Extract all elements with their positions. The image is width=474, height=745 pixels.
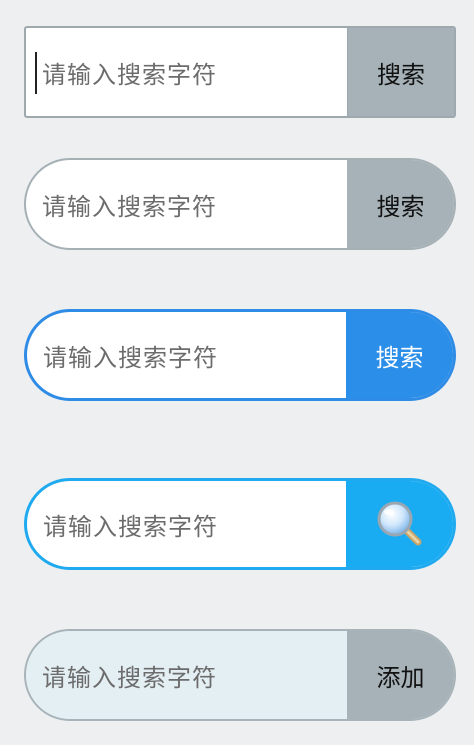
search-placeholder: 请输入搜索字符 — [42, 192, 217, 221]
search-input[interactable]: 请输入搜索字符 — [26, 160, 347, 248]
search-input[interactable]: 请输入搜索字符 — [26, 631, 347, 719]
search-placeholder: 请输入搜索字符 — [42, 663, 217, 692]
search-button[interactable]: 搜索 — [347, 160, 454, 248]
search-bar-pill-grey: 请输入搜索字符 搜索 — [24, 158, 456, 250]
search-input[interactable]: 请输入搜索字符 — [27, 481, 346, 567]
search-button[interactable]: 搜索 — [346, 312, 453, 398]
search-placeholder: 请输入搜索字符 — [43, 512, 218, 541]
add-button[interactable]: 添加 — [347, 631, 454, 719]
search-placeholder: 请输入搜索字符 — [43, 343, 218, 372]
search-button[interactable]: 搜索 — [347, 28, 454, 116]
search-bar-rect-grey: 请输入搜索字符 搜索 — [24, 26, 456, 118]
search-input[interactable]: 请输入搜索字符 — [26, 28, 347, 116]
magnifier-icon — [377, 501, 421, 546]
search-bar-pill-icon: 请输入搜索字符 — [24, 478, 456, 570]
search-icon-button[interactable] — [346, 481, 453, 567]
text-caret — [35, 52, 37, 94]
search-input[interactable]: 请输入搜索字符 — [27, 312, 346, 398]
search-placeholder: 请输入搜索字符 — [42, 60, 217, 89]
search-bar-pill-blue: 请输入搜索字符 搜索 — [24, 309, 456, 401]
search-bar-pill-add: 请输入搜索字符 添加 — [24, 629, 456, 721]
